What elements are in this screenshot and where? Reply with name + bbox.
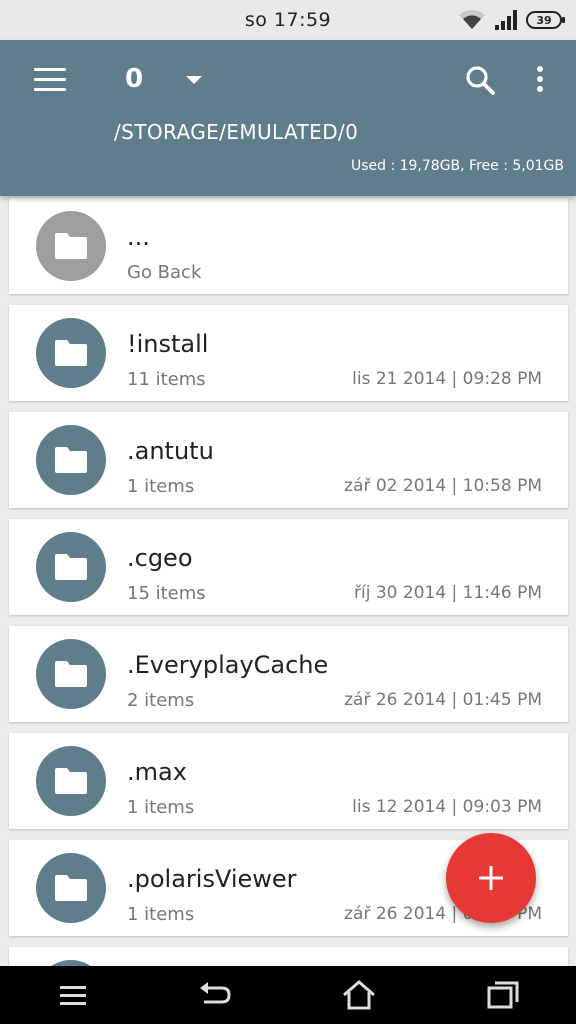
folder-icon (55, 554, 87, 580)
nav-back-icon[interactable] (198, 980, 232, 1010)
file-date: zář 02 2014 | 10:58 PM (344, 476, 542, 496)
tab-count[interactable]: 0 (125, 64, 143, 94)
wifi-icon (459, 9, 485, 29)
nav-recents-icon[interactable] (486, 980, 520, 1010)
battery-icon: 39 (526, 11, 565, 29)
search-icon[interactable] (464, 64, 496, 96)
nav-menu-icon[interactable] (56, 980, 90, 1010)
menu-icon[interactable] (34, 68, 66, 92)
add-icon (479, 866, 503, 890)
file-name: .antutu (127, 437, 214, 465)
folder-icon (55, 447, 87, 473)
folder-avatar (36, 853, 106, 923)
battery-level: 39 (536, 13, 552, 27)
current-path[interactable]: /STORAGE/EMULATED/0 (114, 120, 358, 144)
file-item-count: 2 items (127, 690, 195, 711)
file-item-count: 1 items (127, 904, 195, 925)
file-item-count: 11 items (127, 369, 206, 390)
add-button[interactable] (446, 833, 536, 923)
folder-avatar (36, 532, 106, 602)
status-icons: 39 (458, 8, 565, 32)
navigation-bar (0, 966, 576, 1024)
storage-info: Used : 19,78GB, Free : 5,01GB (350, 158, 564, 174)
signal-icon (495, 10, 517, 30)
folder-avatar (36, 639, 106, 709)
file-item-count: 1 items (127, 797, 195, 818)
file-name: .EveryplayCache (127, 651, 329, 679)
folder-icon (55, 875, 87, 901)
status-bar: so 17:59 39 (0, 0, 576, 40)
folder-avatar (36, 318, 106, 388)
file-subtitle: Go Back (127, 262, 202, 283)
list-item[interactable]: .EveryplayCache 2 items zář 26 2014 | 01… (9, 626, 568, 722)
file-item-count: 1 items (127, 476, 195, 497)
list-item[interactable]: .cgeo 15 items říj 30 2014 | 11:46 PM (9, 519, 568, 615)
file-name: .max (127, 758, 187, 786)
list-item[interactable]: !install 11 items lis 21 2014 | 09:28 PM (9, 305, 568, 401)
dropdown-icon[interactable] (186, 76, 202, 84)
app-bar: 0 /STORAGE/EMULATED/0 Used : 19,78GB, Fr… (0, 40, 576, 196)
file-name: !install (127, 330, 209, 358)
folder-avatar (36, 746, 106, 816)
folder-icon (55, 340, 87, 366)
folder-icon (55, 233, 87, 259)
file-name: .polarisViewer (127, 865, 297, 893)
file-date: říj 30 2014 | 11:46 PM (354, 583, 542, 603)
file-name: .cgeo (127, 544, 193, 572)
file-name: ... (127, 223, 150, 251)
file-date: lis 21 2014 | 09:28 PM (352, 369, 542, 389)
file-manager-screen: so 17:59 39 0 /STORAGE/EMULATED/0 Used:… (0, 0, 576, 1024)
folder-avatar (36, 425, 106, 495)
nav-home-icon[interactable] (342, 980, 376, 1010)
folder-avatar (36, 211, 106, 281)
more-vert-icon[interactable] (537, 66, 545, 94)
folder-icon (55, 661, 87, 687)
list-item[interactable]: .max 1 items lis 12 2014 | 09:03 PM (9, 733, 568, 829)
file-date: zář 26 2014 | 01:45 PM (344, 690, 542, 710)
folder-icon (55, 768, 87, 794)
list-item-go-back[interactable]: ... Go Back (9, 198, 568, 294)
file-item-count: 15 items (127, 583, 206, 604)
list-item[interactable]: .antutu 1 items zář 02 2014 | 10:58 PM (9, 412, 568, 508)
file-date: lis 12 2014 | 09:03 PM (352, 797, 542, 817)
